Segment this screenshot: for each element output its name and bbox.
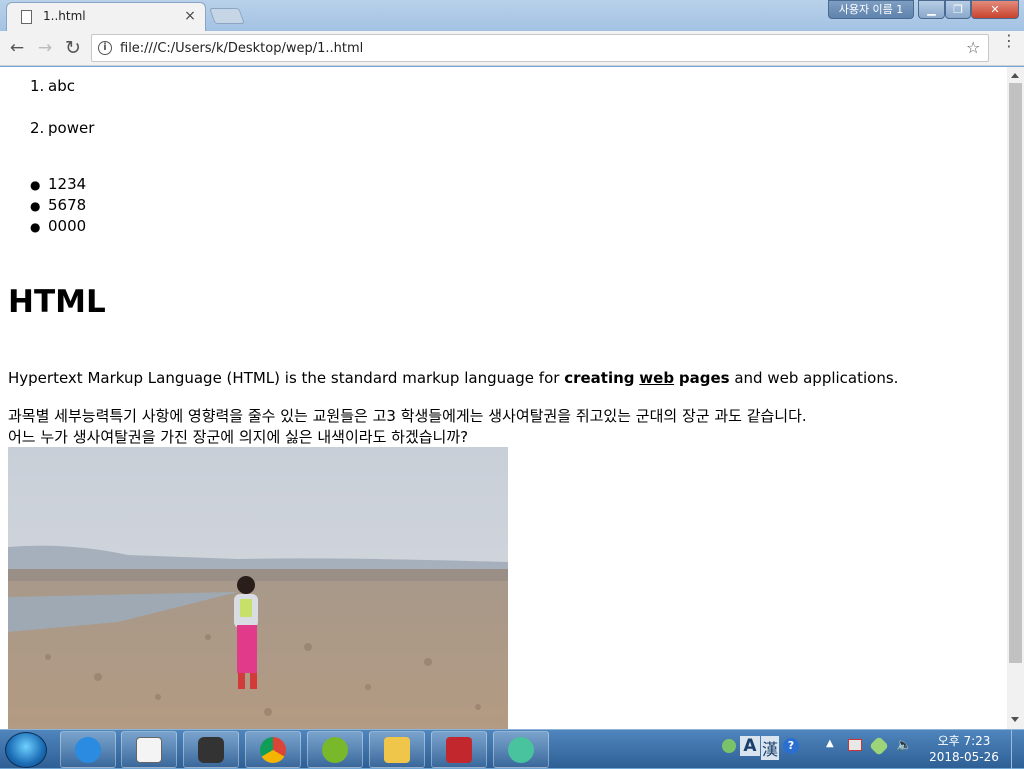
minimize-button[interactable]: ▁ bbox=[918, 0, 945, 19]
browser-menu-icon[interactable]: ⋮ bbox=[1001, 33, 1017, 49]
profile-button[interactable]: 사용자 이름 1 bbox=[828, 0, 914, 19]
browser-toolbar: ← → ↻ i file:///C:/Users/k/Desktop/wep/1… bbox=[0, 31, 1024, 66]
list-text: 5678 bbox=[48, 196, 87, 214]
list-item: 1. abc bbox=[30, 77, 94, 119]
scroll-up-icon[interactable] bbox=[1011, 73, 1019, 78]
bold-text: pages bbox=[678, 369, 730, 387]
battery-icon[interactable] bbox=[869, 736, 889, 756]
action-center-icon[interactable] bbox=[848, 739, 862, 751]
scroll-down-icon[interactable] bbox=[1011, 717, 1019, 722]
volume-icon[interactable]: 🔈 bbox=[896, 738, 912, 753]
ordered-list: 1. abc 2. power bbox=[30, 77, 94, 161]
paragraph-text: and web applications. bbox=[729, 369, 899, 387]
nox-icon bbox=[198, 737, 224, 763]
tab-title: 1..html bbox=[43, 9, 86, 23]
list-item: 2. power bbox=[30, 119, 94, 161]
chrome-icon bbox=[260, 737, 286, 763]
unordered-list: ● 1234 ● 5678 ● 0000 bbox=[30, 175, 86, 238]
browser-tab[interactable]: 1..html × bbox=[6, 2, 206, 31]
show-hidden-icons-icon[interactable]: ▲ bbox=[826, 738, 834, 749]
vertical-scrollbar[interactable] bbox=[1007, 67, 1024, 729]
atom-taskbar-item[interactable] bbox=[493, 731, 549, 768]
show-desktop-button[interactable] bbox=[1011, 730, 1024, 769]
red-app-icon bbox=[446, 737, 472, 763]
internet-explorer-taskbar-item[interactable] bbox=[60, 731, 116, 768]
taskbar-clock[interactable]: 오후 7:23 2018-05-26 bbox=[928, 733, 1000, 765]
reload-button[interactable]: ↻ bbox=[62, 37, 84, 59]
close-window-button[interactable]: ✕ bbox=[971, 0, 1019, 19]
notepad-icon bbox=[136, 737, 162, 763]
back-button[interactable]: ← bbox=[6, 37, 28, 59]
window-titlebar: 1..html × 사용자 이름 1 ▁ ❐ ✕ bbox=[0, 0, 1024, 31]
page-heading: HTML bbox=[8, 284, 106, 320]
beach-photo-image bbox=[8, 447, 508, 729]
clock-date: 2018-05-26 bbox=[929, 750, 999, 764]
utorrent-icon bbox=[322, 737, 348, 763]
list-text: 1234 bbox=[48, 175, 87, 193]
nox-taskbar-item[interactable] bbox=[183, 731, 239, 768]
list-item: ● 0000 bbox=[30, 217, 86, 238]
document-icon bbox=[21, 10, 32, 24]
url-text[interactable]: file:///C:/Users/k/Desktop/wep/1..html bbox=[120, 41, 363, 56]
list-item: ● 1234 bbox=[30, 175, 86, 196]
scrollbar-thumb[interactable] bbox=[1009, 83, 1022, 663]
tab-close-icon[interactable]: × bbox=[183, 8, 197, 24]
paragraph-line: 과목별 세부능력특기 사항에 영향력을 줄수 있는 교원들은 고3 학생들에게는… bbox=[8, 407, 807, 425]
beach-photo bbox=[8, 447, 508, 729]
list-text: abc bbox=[48, 77, 75, 95]
list-text: power bbox=[48, 119, 95, 137]
chrome-taskbar-item[interactable] bbox=[245, 731, 301, 768]
folder-icon bbox=[384, 737, 410, 763]
list-item: ● 5678 bbox=[30, 196, 86, 217]
start-button[interactable] bbox=[5, 732, 47, 768]
notepad-taskbar-item[interactable] bbox=[121, 731, 177, 768]
red-app-taskbar-item[interactable] bbox=[431, 731, 487, 768]
list-text: 0000 bbox=[48, 217, 87, 235]
atom-icon bbox=[508, 737, 534, 763]
bullet-icon: ● bbox=[30, 220, 41, 234]
intro-paragraph: Hypertext Markup Language (HTML) is the … bbox=[8, 369, 898, 387]
windows-taskbar: A 漢 ? ▲ 🔈 오후 7:23 2018-05-26 bbox=[0, 729, 1024, 769]
utorrent-taskbar-item[interactable] bbox=[307, 731, 363, 768]
page-viewport: 1. abc 2. power ● 1234 ● 5678 ● 0000 HTML Hyp… bbox=[0, 67, 1007, 729]
bullet-icon: ● bbox=[30, 178, 41, 192]
address-bar[interactable]: i file:///C:/Users/k/Desktop/wep/1..html… bbox=[91, 34, 989, 62]
bold-text: creating bbox=[564, 369, 635, 387]
bullet-icon: ● bbox=[30, 199, 41, 213]
bookmark-star-icon[interactable]: ☆ bbox=[966, 38, 980, 57]
paragraph-line: 어느 누가 생사여탈권을 가진 장군에 의지에 싫은 내색이라도 하겠습니까? bbox=[8, 428, 469, 446]
language-bar-icon[interactable] bbox=[722, 739, 736, 753]
info-icon[interactable]: i bbox=[98, 41, 112, 55]
ime-mode-icon[interactable]: A bbox=[740, 736, 760, 756]
new-tab-button[interactable] bbox=[209, 8, 245, 24]
help-icon[interactable]: ? bbox=[783, 738, 799, 754]
forward-button[interactable]: → bbox=[34, 37, 56, 59]
file-explorer-taskbar-item[interactable] bbox=[369, 731, 425, 768]
internet-explorer-icon bbox=[75, 737, 101, 763]
clock-time: 오후 7:23 bbox=[937, 734, 991, 748]
maximize-button[interactable]: ❐ bbox=[945, 0, 971, 19]
list-number: 1. bbox=[30, 77, 45, 95]
list-number: 2. bbox=[30, 119, 45, 137]
paragraph-text: Hypertext Markup Language (HTML) is the … bbox=[8, 369, 565, 387]
ime-hanja-icon[interactable]: 漢 bbox=[761, 736, 779, 760]
web-link[interactable]: web bbox=[639, 369, 674, 387]
korean-paragraph: 과목별 세부능력특기 사항에 영향력을 줄수 있는 교원들은 고3 학생들에게는… bbox=[8, 406, 807, 448]
